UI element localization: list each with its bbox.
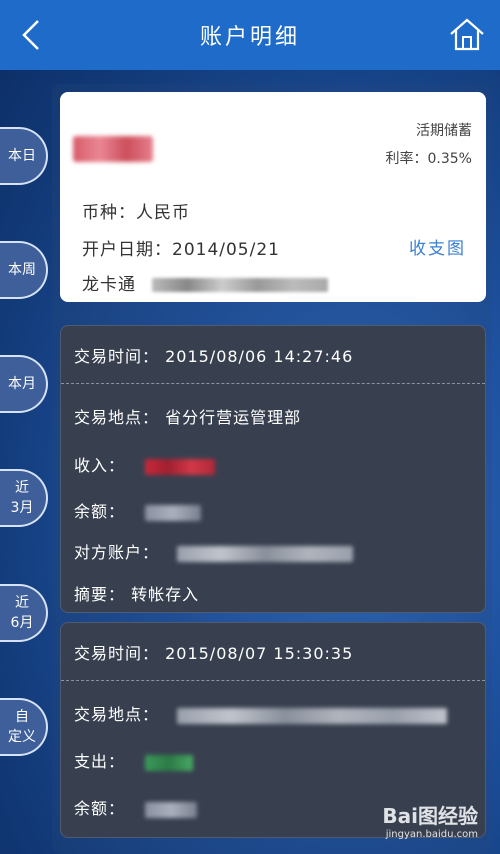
counterparty-label: 对方账户： [74,543,160,562]
card-number-masked [152,278,329,292]
balance-label: 余额： [74,799,126,818]
page-title: 账户明细 [199,25,300,50]
counterparty-masked [177,545,354,562]
tab-last-3-months-label: 近 3月 [10,480,34,516]
expense-row: 支出： [74,748,194,772]
tab-today-label: 本日 [8,148,36,164]
tab-last-3-months[interactable]: 近 3月 [0,469,48,527]
tab-custom[interactable]: 自 定义 [0,698,48,756]
tab-this-month-label: 本月 [8,376,36,392]
interest-rate: 利率：0.35% [385,151,472,167]
card-label: 龙卡通 [82,275,136,295]
counterparty-row: 对方账户： [74,539,354,563]
home-icon[interactable] [448,14,486,54]
transaction-place-label: 交易地点： [74,705,160,724]
tab-today[interactable]: 本日 [0,127,48,185]
balance-row: 余额： [74,795,198,819]
transaction-time: 交易时间： 2015/08/07 15:30:35 [61,623,485,681]
tab-custom-label: 自 定义 [8,709,36,745]
card-number-row: 龙卡通 [82,270,329,295]
balance-amount-masked [145,504,202,521]
watermark-url: jingyan.baidu.com [385,829,478,840]
open-date: 开户日期：2014/05/21 [82,240,280,260]
back-icon[interactable] [14,17,48,53]
currency: 币种：人民币 [82,203,190,223]
income-expense-chart-link[interactable]: 收支图 [409,234,466,259]
transaction-place-masked [177,707,448,724]
balance-amount-masked [145,801,198,818]
account-balance-masked [73,136,153,162]
tab-last-6-months[interactable]: 近 6月 [0,584,48,642]
transaction-time: 交易时间： 2015/08/06 14:27:46 [61,326,485,384]
balance-label: 余额： [74,502,126,521]
baidu-jingyan-watermark: Bai图经验 jingyan.baidu.com [382,800,478,840]
tab-this-month[interactable]: 本月 [0,355,48,413]
transaction-place: 交易地点： 省分行营运管理部 [74,408,302,427]
expense-amount-masked [145,754,194,771]
transaction-place-row: 交易地点： [74,701,448,725]
account-type: 活期储蓄 [416,123,472,139]
balance-row: 余额： [74,498,202,522]
transaction-card[interactable]: 交易时间： 2015/08/06 14:27:46 交易地点： 省分行营运管理部… [60,325,486,613]
income-amount-masked [145,458,216,475]
watermark-logo: Bai图经验 [382,804,478,828]
income-label: 收入： [74,456,126,475]
income-row: 收入： [74,452,216,476]
tab-this-week[interactable]: 本周 [0,241,48,299]
top-bar: 账户明细 [0,0,500,70]
tab-last-6-months-label: 近 6月 [10,595,34,631]
account-card: 活期储蓄 利率：0.35% 币种：人民币 开户日期：2014/05/21 收支图… [60,92,486,302]
expense-label: 支出： [74,752,126,771]
tab-this-week-label: 本周 [8,262,36,278]
transaction-summary: 摘要： 转帐存入 [74,585,200,604]
